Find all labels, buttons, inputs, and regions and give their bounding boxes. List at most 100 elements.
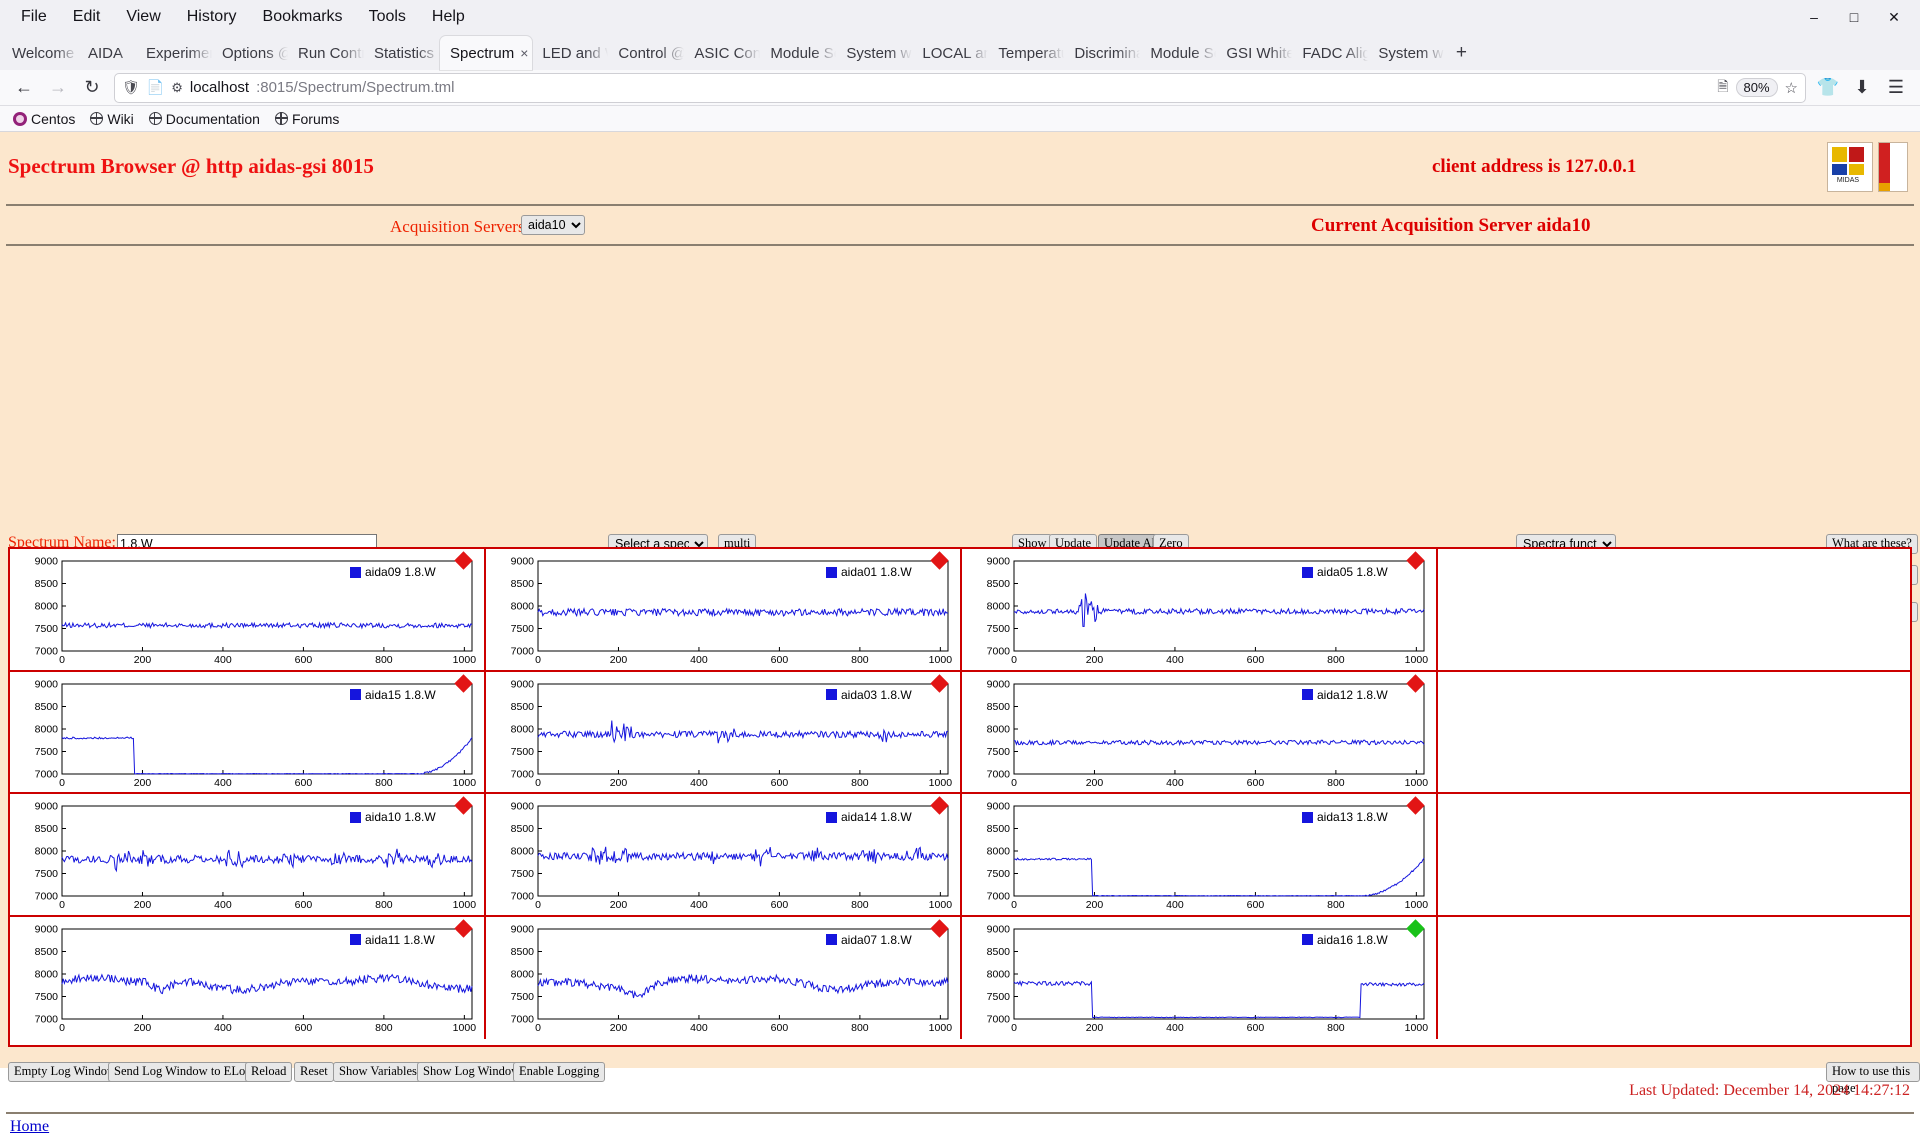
- svg-text:800: 800: [375, 777, 393, 789]
- svg-text:9000: 9000: [511, 556, 535, 568]
- tab-label: Run Control: [298, 44, 364, 62]
- bookmark-label: Wiki: [107, 110, 134, 127]
- menu-bookmarks[interactable]: Bookmarks: [250, 5, 356, 29]
- url-path: :8015/Spectrum/Spectrum.tml: [256, 79, 455, 96]
- zoom-level-chip[interactable]: 80%: [1735, 78, 1778, 97]
- browser-tab-14[interactable]: Discriminato: [1064, 36, 1140, 70]
- legend-label: aida11 1.8.W: [365, 932, 435, 947]
- permissions-icon[interactable]: ⚙: [171, 80, 183, 96]
- menu-edit[interactable]: Edit: [60, 5, 114, 29]
- reload-icon[interactable]: ↻: [76, 73, 108, 103]
- browser-tab-16[interactable]: GSI White R: [1216, 36, 1292, 70]
- gallery-cell[interactable]: 7000 7500 8000 8500 9000 0 200 400 600 800 1000 aid…: [962, 671, 1438, 792]
- new-tab-button[interactable]: +: [1444, 36, 1478, 70]
- app-menu-icon[interactable]: ☰: [1880, 73, 1912, 103]
- bookmark-centos[interactable]: Centos: [8, 110, 80, 128]
- gallery-cell[interactable]: 7000 7500 8000 8500 9000 0 200 400 600 800 1000 aid…: [486, 671, 962, 792]
- gallery-cell[interactable]: 7000 7500 8000 8500 9000 0 200 400 600 800 1000 aid…: [962, 549, 1438, 670]
- browser-chrome: File Edit View History Bookmarks Tools H…: [0, 0, 1920, 132]
- svg-text:400: 400: [214, 899, 232, 911]
- browser-tab-10[interactable]: Module Sett: [760, 36, 836, 70]
- browser-tab-0[interactable]: Welcome to: [2, 36, 78, 70]
- svg-text:800: 800: [851, 899, 869, 911]
- bookmark-documentation[interactable]: Documentation: [144, 110, 265, 128]
- bookmark-forums[interactable]: Forums: [270, 110, 344, 128]
- spectrum-trace: [537, 607, 949, 618]
- tab-label: Module Sett: [1150, 44, 1216, 62]
- browser-tab-11[interactable]: System wid: [836, 36, 912, 70]
- browser-tab-12[interactable]: LOCAL and: [912, 36, 988, 70]
- maximize-icon[interactable]: □: [1834, 0, 1874, 34]
- forward-icon[interactable]: →: [42, 73, 74, 103]
- browser-tab-15[interactable]: Module Sett: [1140, 36, 1216, 70]
- browser-tab-6[interactable]: Spectrum ×: [440, 36, 533, 70]
- gallery-cell[interactable]: 7000 7500 8000 8500 9000 0 200 400 600 800 1000 aid…: [962, 794, 1438, 915]
- acquisition-server-select[interactable]: aida10: [521, 215, 585, 235]
- svg-text:8000: 8000: [987, 846, 1011, 858]
- svg-text:200: 200: [610, 1022, 628, 1034]
- close-icon[interactable]: ✕: [1874, 0, 1914, 34]
- url-bar[interactable]: 🛡 📄 ⚙ localhost:8015/Spectrum/Spectrum.t…: [114, 72, 1806, 103]
- svg-text:200: 200: [134, 654, 152, 666]
- menu-tools[interactable]: Tools: [356, 5, 419, 29]
- gallery-cell[interactable]: 7000 7500 8000 8500 9000 0 200 400 600 800 1000 aid…: [10, 549, 486, 670]
- legend-swatch: [350, 566, 361, 578]
- svg-text:1000: 1000: [1405, 899, 1429, 911]
- svg-text:7000: 7000: [987, 891, 1011, 903]
- gallery-cell[interactable]: 7000 7500 8000 8500 9000 0 200 400 600 800 1000 aid…: [486, 549, 962, 670]
- svg-text:800: 800: [851, 1022, 869, 1034]
- svg-text:0: 0: [1011, 777, 1017, 789]
- send-log-window-to-elog-button[interactable]: Send Log Window to ELog: [108, 1062, 258, 1082]
- reset-button[interactable]: Reset: [294, 1062, 334, 1082]
- browser-tab-2[interactable]: Experiment: [136, 36, 212, 70]
- svg-text:9000: 9000: [35, 923, 59, 935]
- menu-help[interactable]: Help: [419, 5, 478, 29]
- browser-tab-9[interactable]: ASIC Contro: [684, 36, 760, 70]
- bookmark-wiki[interactable]: Wiki: [85, 110, 138, 128]
- show-log-window-button[interactable]: Show Log Window: [417, 1062, 527, 1082]
- back-icon[interactable]: ←: [8, 73, 40, 103]
- home-link[interactable]: Home: [10, 1118, 49, 1136]
- tab-label: Spectrum: [450, 44, 515, 62]
- menu-file[interactable]: File: [8, 5, 60, 29]
- bookmark-star-icon[interactable]: ☆: [1785, 79, 1798, 97]
- empty-log-window-button[interactable]: Empty Log Window: [8, 1062, 123, 1082]
- browser-tab-1[interactable]: AIDA: [78, 36, 136, 70]
- downloads-icon[interactable]: ⬇: [1846, 73, 1878, 103]
- gallery-cell[interactable]: 7000 7500 8000 8500 9000 0 200 400 600 800 1000 aid…: [486, 794, 962, 915]
- browser-tab-4[interactable]: Run Control: [288, 36, 364, 70]
- browser-tab-18[interactable]: System wid: [1368, 36, 1444, 70]
- gallery-cell[interactable]: 7000 7500 8000 8500 9000 0 200 400 600 800 1000 aid…: [10, 916, 486, 1039]
- svg-text:0: 0: [1011, 1022, 1017, 1034]
- tab-label: Welcome to: [12, 44, 78, 62]
- gallery-cell[interactable]: 7000 7500 8000 8500 9000 0 200 400 600 800 1000 aid…: [10, 671, 486, 792]
- how-to-use-this-page-button[interactable]: How to use this page: [1826, 1062, 1920, 1095]
- gallery-cell[interactable]: 7000 7500 8000 8500 9000 0 200 400 600 800 1000 aid…: [962, 916, 1438, 1039]
- browser-tab-8[interactable]: Control @ a: [608, 36, 684, 70]
- svg-text:800: 800: [375, 654, 393, 666]
- show-variables-button[interactable]: Show Variables: [333, 1062, 423, 1082]
- reload-button[interactable]: Reload: [245, 1062, 293, 1082]
- menu-history[interactable]: History: [174, 5, 250, 29]
- menu-view[interactable]: View: [113, 5, 173, 29]
- browser-tab-3[interactable]: Options @ a: [212, 36, 288, 70]
- svg-text:1000: 1000: [1405, 1022, 1429, 1034]
- pocket-icon[interactable]: 👕: [1812, 73, 1844, 103]
- svg-text:8500: 8500: [511, 578, 535, 590]
- reader-view-icon[interactable]: 🗎: [1717, 76, 1728, 100]
- browser-tab-13[interactable]: Temperature: [988, 36, 1064, 70]
- spectrum-trace: [1013, 979, 1425, 1018]
- page-title: Spectrum Browser @ http aidas-gsi 8015: [8, 154, 374, 178]
- gallery-cell[interactable]: 7000 7500 8000 8500 9000 0 200 400 600 800 1000 aid…: [486, 916, 962, 1039]
- svg-text:7000: 7000: [35, 891, 59, 903]
- tab-close-icon[interactable]: ×: [520, 45, 528, 61]
- browser-tab-17[interactable]: FADC Align: [1292, 36, 1368, 70]
- minimize-icon[interactable]: –: [1794, 0, 1834, 34]
- browser-tab-5[interactable]: Statistics @: [364, 36, 440, 70]
- svg-text:600: 600: [771, 777, 789, 789]
- browser-tab-7[interactable]: LED and Wa: [532, 36, 608, 70]
- enable-logging-button[interactable]: Enable Logging: [513, 1062, 606, 1082]
- svg-text:200: 200: [1086, 654, 1104, 666]
- gallery-cell[interactable]: 7000 7500 8000 8500 9000 0 200 400 600 800 1000 aid…: [10, 794, 486, 915]
- svg-text:8500: 8500: [35, 946, 59, 958]
